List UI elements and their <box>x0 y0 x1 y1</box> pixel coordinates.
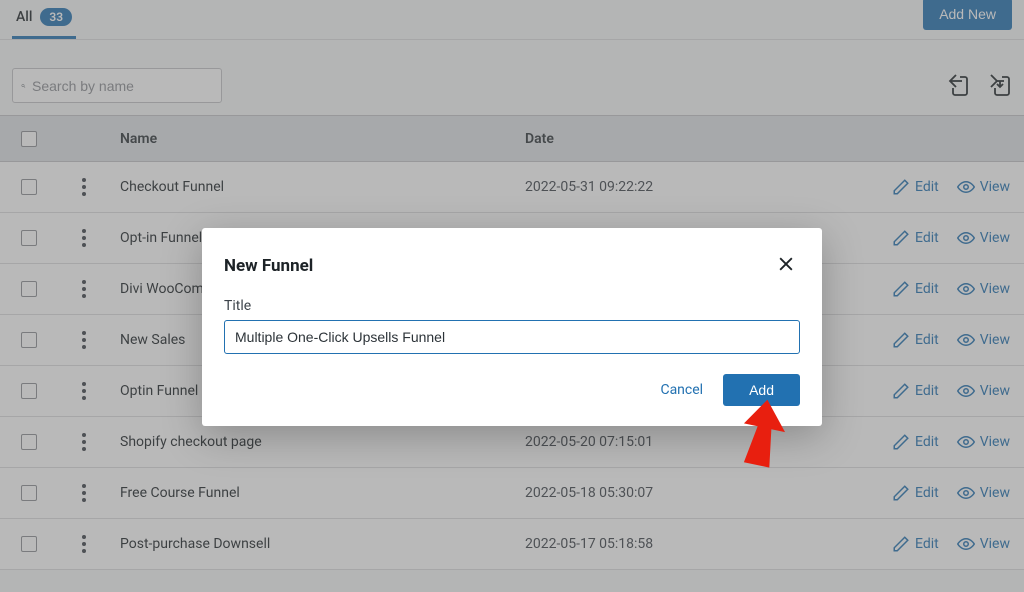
add-button[interactable]: Add <box>723 374 800 406</box>
cancel-button[interactable]: Cancel <box>660 382 703 398</box>
new-funnel-modal: New Funnel Title Cancel Add <box>202 228 822 426</box>
title-field-label: Title <box>224 298 800 314</box>
title-field[interactable] <box>224 320 800 354</box>
close-button[interactable] <box>772 250 800 282</box>
close-icon <box>776 254 796 274</box>
modal-title: New Funnel <box>224 256 313 276</box>
modal-overlay[interactable]: New Funnel Title Cancel Add <box>0 0 1024 592</box>
